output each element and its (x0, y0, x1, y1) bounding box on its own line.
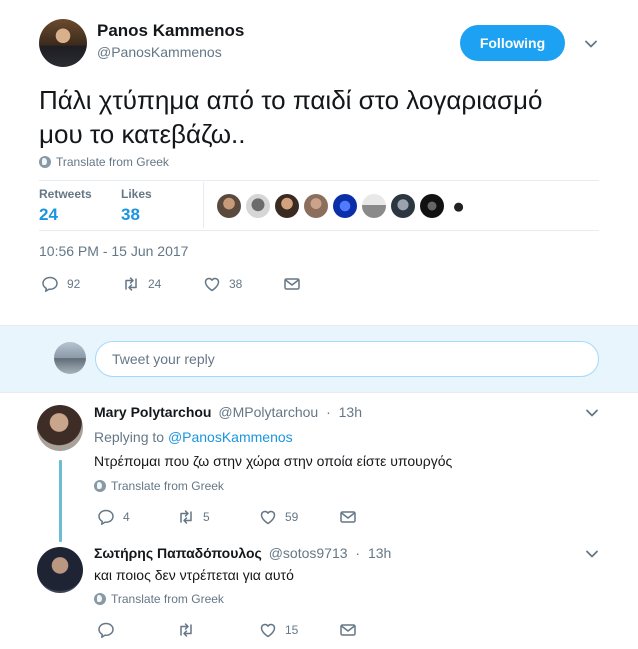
separator-dot: · (355, 545, 361, 561)
like-button[interactable]: 59 (259, 508, 339, 526)
chevron-down-icon[interactable] (584, 37, 598, 51)
following-button[interactable]: Following (460, 25, 565, 61)
reply-composer: Tweet your reply (0, 325, 638, 393)
liker-avatar[interactable] (217, 194, 241, 218)
author-avatar[interactable] (39, 19, 87, 67)
translate-link[interactable]: Translate from Greek (94, 479, 224, 493)
retweet-button[interactable] (177, 621, 259, 639)
reply-button[interactable]: 92 (41, 275, 122, 293)
divider (39, 180, 599, 181)
liker-avatar[interactable] (275, 194, 299, 218)
retweet-icon (180, 510, 192, 524)
like-button[interactable]: 38 (203, 275, 283, 293)
separator-dot: · (326, 404, 331, 420)
like-count: 59 (285, 510, 299, 524)
tweet-timestamp[interactable]: 10:56 PM - 15 Jun 2017 (39, 243, 188, 259)
retweet-count: 5 (203, 510, 210, 524)
chevron-down-icon[interactable] (585, 406, 599, 420)
translate-label: Translate from Greek (56, 155, 169, 169)
liker-avatar[interactable] (449, 194, 473, 218)
like-count: 15 (285, 623, 299, 637)
tweet-text-line: μου το κατεβάζω.. (39, 119, 246, 149)
translate-label: Translate from Greek (111, 592, 224, 606)
liker-avatar[interactable] (333, 194, 357, 218)
retweet-icon (180, 623, 192, 637)
globe-icon (94, 480, 106, 492)
reply-author-handle[interactable]: @sotos9713 (269, 545, 348, 561)
reply-author-name[interactable]: Σωτήρης Παπαδόπουλος (94, 545, 262, 561)
replying-mention[interactable]: @PanosKammenos (168, 429, 293, 445)
retweets-count: 24 (39, 205, 58, 224)
author-name[interactable]: Panos Kammenos (97, 21, 244, 41)
author-handle[interactable]: @PanosKammenos (97, 44, 222, 60)
replying-to: Replying to @PanosKammenos (94, 429, 293, 445)
translate-link[interactable]: Translate from Greek (39, 155, 169, 169)
translate-label: Translate from Greek (111, 479, 224, 493)
envelope-icon (340, 511, 356, 523)
heart-icon (204, 277, 220, 292)
like-count: 38 (229, 277, 243, 291)
liker-avatar[interactable] (362, 194, 386, 218)
reply-actions: 4 5 59 (97, 508, 357, 526)
reply-author-handle[interactable]: @MPolytarchou (218, 404, 318, 420)
reply-button[interactable]: 4 (97, 508, 177, 526)
reply-time[interactable]: 13h (339, 404, 362, 420)
my-avatar (54, 342, 86, 374)
reply-header: Mary Polytarchou @MPolytarchou · 13h (94, 404, 362, 420)
main-tweet: Panos Kammenos @PanosKammenos Following … (0, 0, 638, 325)
thread-line (59, 460, 62, 542)
globe-icon (39, 156, 51, 168)
heart-icon (260, 623, 276, 638)
retweets-label: Retweets (39, 187, 92, 201)
liker-avatar[interactable] (246, 194, 270, 218)
reply-count: 4 (123, 510, 130, 524)
divider (39, 230, 599, 231)
reply-icon (98, 509, 114, 525)
stats-separator (203, 182, 204, 228)
tweet-text-line: Πάλι χτύπημα από το παιδί στο λογαριασμό (39, 85, 543, 115)
reply-actions: 15 (97, 621, 357, 639)
likes-label: Likes (121, 187, 152, 201)
tweet-actions: 92 24 38 (41, 275, 301, 293)
liker-avatar[interactable] (391, 194, 415, 218)
reply-icon (98, 622, 114, 638)
envelope-icon (284, 278, 300, 290)
direct-message-button[interactable] (283, 275, 301, 293)
direct-message-button[interactable] (339, 508, 357, 526)
reply-button[interactable] (97, 621, 177, 639)
tweet-stats: Retweets 24 Likes 38 (39, 187, 203, 225)
globe-icon (94, 593, 106, 605)
likers-avatars (217, 194, 473, 218)
reply-author-avatar[interactable] (37, 405, 83, 451)
retweet-button[interactable]: 24 (122, 275, 203, 293)
reply-author-name[interactable]: Mary Polytarchou (94, 404, 211, 420)
retweet-button[interactable]: 5 (177, 508, 259, 526)
liker-avatar[interactable] (420, 194, 444, 218)
heart-icon (260, 510, 276, 525)
reply-author-avatar[interactable] (37, 547, 83, 593)
retweets-stat[interactable]: Retweets 24 (39, 187, 121, 225)
likes-stat[interactable]: Likes 38 (121, 187, 203, 225)
retweet-count: 24 (148, 277, 162, 291)
retweet-icon (125, 277, 137, 291)
replying-prefix: Replying to (94, 429, 165, 445)
direct-message-button[interactable] (339, 621, 357, 639)
liker-avatar[interactable] (304, 194, 328, 218)
likes-count: 38 (121, 205, 140, 224)
reply-input[interactable]: Tweet your reply (95, 341, 599, 377)
tweet-text: Πάλι χτύπημα από το παιδί στο λογαριασμό… (39, 83, 609, 151)
reply-header: Σωτήρης Παπαδόπουλος @sotos9713 · 13h (94, 545, 391, 561)
like-button[interactable]: 15 (259, 621, 339, 639)
translate-link[interactable]: Translate from Greek (94, 592, 224, 606)
chevron-down-icon[interactable] (585, 547, 599, 561)
reply-text: και ποιος δεν ντρέπεται για αυτό (94, 567, 294, 583)
reply-time[interactable]: 13h (368, 545, 391, 561)
reply-icon (42, 276, 58, 292)
envelope-icon (340, 624, 356, 636)
reply-count: 92 (67, 277, 81, 291)
reply-text: Ντρέπομαι που ζω στην χώρα στην οποία εί… (94, 453, 453, 469)
